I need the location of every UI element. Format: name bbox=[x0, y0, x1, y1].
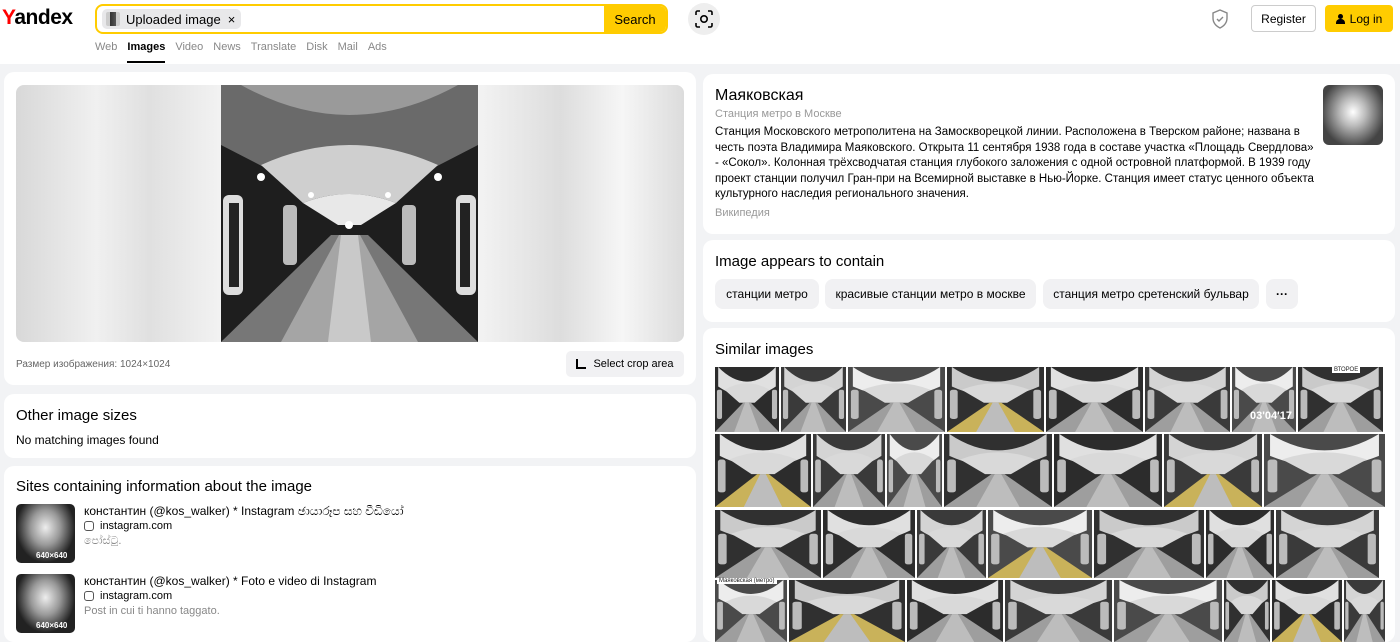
instagram-icon bbox=[84, 591, 94, 601]
select-crop-button[interactable]: Select crop area bbox=[566, 351, 684, 377]
sites-title: Sites containing information about the i… bbox=[16, 478, 313, 495]
chip-label: Uploaded image bbox=[126, 11, 221, 27]
site-domain[interactable]: instagram.com bbox=[84, 520, 172, 532]
site-thumbnail[interactable]: 640×640 bbox=[16, 504, 75, 563]
uploaded-image-chip[interactable]: Uploaded image × bbox=[102, 9, 242, 29]
similar-image-thumbnail[interactable] bbox=[947, 367, 1044, 432]
similar-image-thumbnail[interactable] bbox=[1164, 434, 1262, 507]
similar-image-thumbnail[interactable] bbox=[1005, 580, 1112, 642]
similar-image-overlay-text: 03'04'17 bbox=[1250, 410, 1292, 422]
similar-image-thumbnail[interactable] bbox=[1054, 434, 1162, 507]
other-sizes-title: Other image sizes bbox=[16, 407, 137, 424]
wiki-title[interactable]: Маяковская bbox=[715, 87, 803, 105]
similar-image-thumbnail[interactable] bbox=[988, 510, 1092, 578]
similar-image-thumbnail[interactable] bbox=[1272, 580, 1342, 642]
register-button[interactable]: Register bbox=[1251, 5, 1316, 32]
tab-video[interactable]: Video bbox=[175, 41, 203, 63]
image-center bbox=[221, 85, 478, 342]
similar-image-thumbnail[interactable] bbox=[907, 580, 1003, 642]
header: Yandex Uploaded image × Search Register … bbox=[0, 0, 1400, 64]
site-domain[interactable]: instagram.com bbox=[84, 590, 172, 602]
site-domain-text: instagram.com bbox=[100, 590, 173, 602]
similar-image-thumbnail[interactable] bbox=[1206, 510, 1274, 578]
login-button[interactable]: Log in bbox=[1325, 5, 1393, 32]
similar-image-thumbnail[interactable] bbox=[1276, 510, 1379, 578]
close-icon[interactable]: × bbox=[228, 12, 236, 27]
site-result[interactable]: 640×640 константин (@kos_walker) * Foto … bbox=[16, 574, 676, 634]
similar-image-thumbnail[interactable] bbox=[715, 434, 811, 507]
similar-image-thumbnail[interactable] bbox=[1298, 367, 1383, 432]
similar-image-thumbnail[interactable] bbox=[1145, 367, 1230, 432]
nav-tabs: Web Images Video News Translate Disk Mai… bbox=[95, 41, 397, 63]
similar-image-thumbnail[interactable] bbox=[1264, 434, 1385, 507]
similar-image-thumbnail[interactable] bbox=[917, 510, 986, 578]
logo-text: andex bbox=[14, 6, 73, 29]
chip-thumbnail bbox=[106, 12, 120, 26]
wiki-subtitle: Станция метро в Москве bbox=[715, 108, 842, 120]
yandex-logo[interactable]: Yandex bbox=[2, 6, 73, 30]
site-caption: පෝස්ටු. bbox=[84, 535, 122, 547]
wiki-source[interactable]: Википедия bbox=[715, 207, 770, 219]
similar-image-thumbnail[interactable] bbox=[1344, 580, 1385, 642]
tab-ads[interactable]: Ads bbox=[368, 41, 387, 63]
similar-image-thumbnail[interactable] bbox=[789, 580, 905, 642]
site-thumbnail[interactable]: 640×640 bbox=[16, 574, 75, 633]
tab-translate[interactable]: Translate bbox=[251, 41, 296, 63]
similar-image-thumbnail[interactable] bbox=[1114, 580, 1222, 642]
tab-disk[interactable]: Disk bbox=[306, 41, 327, 63]
uploaded-image[interactable] bbox=[16, 85, 684, 342]
similar-image-thumbnail[interactable] bbox=[1224, 580, 1270, 642]
similar-image-caption: Маяковская (метро) bbox=[717, 578, 777, 584]
crop-icon bbox=[576, 359, 587, 369]
similar-image-thumbnail[interactable] bbox=[715, 580, 787, 642]
site-title[interactable]: константин (@kos_walker) * Instagram ඡාය… bbox=[84, 504, 404, 519]
thumbnail-dimensions: 640×640 bbox=[36, 551, 68, 560]
tab-news[interactable]: News bbox=[213, 41, 241, 63]
tab-mail[interactable]: Mail bbox=[338, 41, 358, 63]
site-domain-text: instagram.com bbox=[100, 520, 173, 532]
similar-image-thumbnail[interactable] bbox=[715, 367, 779, 432]
site-caption: Post in cui ti hanno taggato. bbox=[84, 605, 220, 617]
similar-image-thumbnail[interactable] bbox=[944, 434, 1052, 507]
thumbnail-dimensions: 640×640 bbox=[36, 621, 68, 630]
logo-letter: Y bbox=[2, 6, 15, 29]
site-result[interactable]: 640×640 константин (@kos_walker) * Insta… bbox=[16, 504, 676, 564]
other-sizes-text: No matching images found bbox=[16, 433, 159, 447]
camera-lens-icon[interactable] bbox=[688, 3, 720, 35]
similar-image-thumbnail[interactable] bbox=[823, 510, 915, 578]
login-label: Log in bbox=[1349, 11, 1383, 26]
crop-button-label: Select crop area bbox=[593, 358, 674, 370]
tag-chip[interactable]: станция метро сретенский бульвар bbox=[1043, 279, 1259, 309]
search-button[interactable]: Search bbox=[604, 6, 666, 32]
similar-image-thumbnail[interactable] bbox=[848, 367, 945, 432]
similar-image-thumbnail[interactable] bbox=[781, 367, 846, 432]
image-size-text: Размер изображения: 1024×1024 bbox=[16, 359, 171, 370]
wiki-description: Станция Московского метрополитена на Зам… bbox=[715, 126, 1314, 200]
other-sizes-card bbox=[4, 394, 696, 458]
instagram-icon bbox=[84, 521, 94, 531]
more-tags-button[interactable]: ··· bbox=[1266, 279, 1298, 309]
similar-image-thumbnail[interactable] bbox=[715, 510, 821, 578]
similar-image-caption: ВТОРОЕ bbox=[1332, 367, 1361, 373]
similar-title: Similar images bbox=[715, 341, 814, 358]
similar-image-thumbnail[interactable] bbox=[887, 434, 942, 507]
similar-image-thumbnail[interactable] bbox=[1094, 510, 1204, 578]
similar-image-thumbnail[interactable] bbox=[813, 434, 885, 507]
similar-image-thumbnail[interactable] bbox=[1046, 367, 1143, 432]
search-box[interactable]: Uploaded image × Search bbox=[95, 4, 668, 34]
tag-chip[interactable]: станции метро bbox=[715, 279, 819, 309]
contains-title: Image appears to contain bbox=[715, 253, 885, 270]
wiki-image[interactable] bbox=[1323, 85, 1383, 145]
tab-images[interactable]: Images bbox=[127, 41, 165, 63]
user-icon bbox=[1335, 13, 1345, 24]
tag-chip[interactable]: красивые станции метро в москве bbox=[825, 279, 1036, 309]
image-side-right bbox=[478, 85, 684, 342]
site-title[interactable]: константин (@kos_walker) * Foto e video … bbox=[84, 574, 376, 588]
tab-web[interactable]: Web bbox=[95, 41, 117, 63]
similar-image-thumbnail[interactable] bbox=[1232, 367, 1296, 432]
shield-icon[interactable] bbox=[1211, 9, 1229, 29]
